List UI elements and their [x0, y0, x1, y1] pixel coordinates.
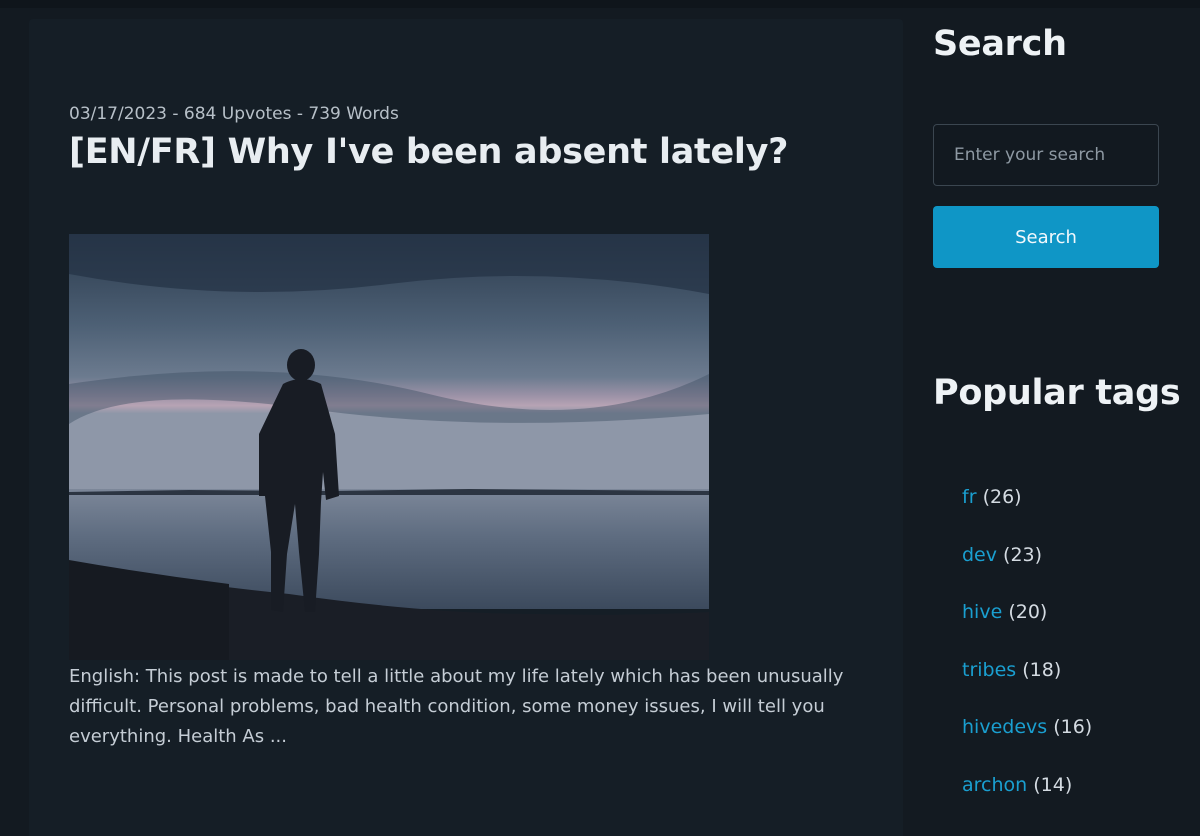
- tag-link-fr[interactable]: fr: [962, 486, 977, 508]
- top-bar: [0, 0, 1200, 8]
- tag-item: hivedevs (16): [962, 713, 1092, 771]
- tag-count: (14): [1033, 773, 1073, 796]
- post-excerpt: English: This post is made to tell a lit…: [69, 666, 844, 747]
- post-title[interactable]: [EN/FR] Why I've been absent lately?: [69, 132, 788, 172]
- post-cover-image[interactable]: [69, 234, 709, 660]
- tag-item: hive (20): [962, 598, 1092, 656]
- tag-link-hive[interactable]: hive: [962, 601, 1002, 623]
- tag-link-hivedevs[interactable]: hivedevs: [962, 716, 1047, 738]
- search-heading: Search: [933, 24, 1067, 64]
- tag-item: dev (23): [962, 541, 1092, 599]
- tag-count: (23): [1003, 543, 1043, 566]
- post-card: 03/17/2023 - 684 Upvotes - 739 Words [EN…: [29, 19, 903, 836]
- search-button[interactable]: Search: [933, 206, 1159, 268]
- blog-page: 03/17/2023 - 684 Upvotes - 739 Words [EN…: [0, 0, 1200, 836]
- post-meta: 03/17/2023 - 684 Upvotes - 739 Words: [69, 104, 399, 124]
- tag-item: fr (26): [962, 483, 1092, 541]
- popular-tags-heading: Popular tags: [933, 373, 1181, 413]
- popular-tags-list: fr (26) dev (23) hive (20) tribes (18) h…: [962, 483, 1092, 829]
- tag-count: (26): [982, 486, 1022, 508]
- tag-link-archon[interactable]: archon: [962, 774, 1027, 796]
- tag-count: (16): [1053, 716, 1093, 739]
- tag-item: archon (14): [962, 771, 1092, 829]
- tag-link-dev[interactable]: dev: [962, 544, 997, 566]
- tag-item: tribes (18): [962, 656, 1092, 714]
- tag-count: (20): [1008, 601, 1048, 624]
- tag-link-tribes[interactable]: tribes: [962, 659, 1016, 681]
- tag-count: (18): [1022, 658, 1062, 681]
- search-input[interactable]: [933, 124, 1159, 186]
